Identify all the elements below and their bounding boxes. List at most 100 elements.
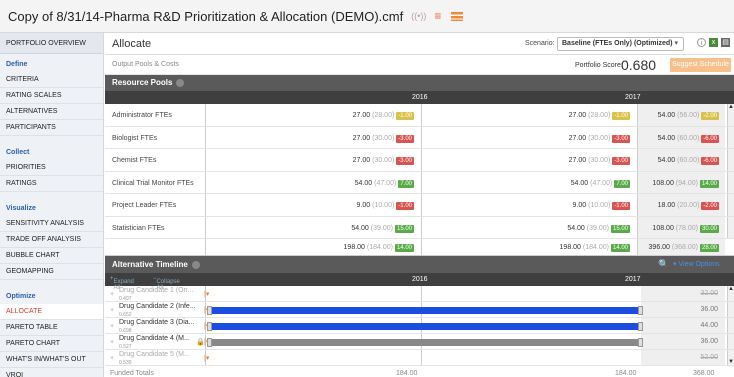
info-icon[interactable] bbox=[191, 260, 200, 269]
pool-name: Biologist FTEs bbox=[112, 134, 158, 142]
pool-delta-badge: 14.00 bbox=[699, 179, 719, 188]
sidebar-item-participants[interactable]: PARTICIPANTS bbox=[0, 120, 103, 136]
funded-totals-label: Funded Totals bbox=[110, 370, 154, 377]
scenario-select[interactable]: Baseline (FTEs Only) (Optimized) ▾ bbox=[557, 37, 684, 51]
sidebar-item-pareto-chart[interactable]: PARETO CHART bbox=[0, 336, 103, 352]
pool-capacity: (47.00) bbox=[374, 179, 397, 187]
sidebar-item-trade-off-analysis[interactable]: TRADE OFF ANALYSIS bbox=[0, 232, 103, 248]
pool-delta-badge: -2.00 bbox=[701, 202, 719, 210]
schedule-bar[interactable] bbox=[207, 322, 643, 331]
pool-value-y2016: 27.00 (30.00) -3.00 bbox=[353, 157, 414, 165]
expand-row-icon[interactable]: + bbox=[110, 323, 114, 330]
expand-row-icon[interactable]: + bbox=[110, 355, 114, 362]
bar-start-handle[interactable] bbox=[207, 306, 212, 315]
scenario-value: Baseline (FTEs Only) (Optimized) bbox=[562, 40, 673, 47]
expand-row-icon[interactable]: + bbox=[110, 291, 114, 298]
pool-capacity: (78.00) bbox=[675, 224, 698, 232]
pool-value-tot: 54.00 (60.00) -6.00 bbox=[658, 134, 719, 143]
pool-amount: 9.00 bbox=[356, 202, 371, 209]
alternative-cost: 32.00 bbox=[700, 290, 718, 297]
pool-value-y2016: 27.00 (28.00) -1.00 bbox=[353, 112, 414, 120]
total-capacity: (368.00) bbox=[671, 244, 698, 251]
row-menu-icon[interactable]: |▾ bbox=[204, 290, 209, 298]
total-delta-badge: 28.00 bbox=[699, 244, 719, 252]
sidebar-heading: Collect bbox=[6, 149, 30, 156]
pool-value-y2017: 9.00 (10.00) -1.00 bbox=[573, 202, 630, 210]
timeline-row[interactable]: + Drug Candidate 5 (M... 0.539 |▾ 52.00 bbox=[105, 350, 734, 366]
layers-icon[interactable] bbox=[451, 11, 464, 21]
sidebar-item-portfolio-overview[interactable]: PORTFOLIO OVERVIEW bbox=[0, 33, 103, 54]
schedule-bar[interactable] bbox=[207, 306, 643, 315]
row-menu-icon[interactable]: |▾ bbox=[204, 354, 209, 362]
pool-delta-badge: 15.00 bbox=[610, 224, 630, 233]
funded-totals-row: Funded Totals 184.00 184.00 368.00 bbox=[105, 366, 734, 377]
sidebar-item-vroi[interactable]: VROI bbox=[0, 368, 103, 377]
excel-export-icon[interactable]: x bbox=[709, 38, 718, 47]
sidebar-item-geomapping[interactable]: GEOMAPPING bbox=[0, 264, 103, 280]
alternative-cost: 52.00 bbox=[700, 354, 718, 361]
lock-icon[interactable]: 🔒 bbox=[196, 338, 205, 346]
pool-amount: 108.00 bbox=[652, 224, 674, 232]
bar-end-handle[interactable] bbox=[638, 322, 643, 331]
sidebar-item-sensitivity-analysis[interactable]: SENSITIVITY ANALYSIS bbox=[0, 216, 103, 232]
bar-end-handle[interactable] bbox=[638, 306, 643, 315]
alternative-name: Drug Candidate 3 (Dia... bbox=[119, 319, 195, 326]
table-row: Project Leader FTEs 9.00 (10.00) -1.00 9.00… bbox=[105, 194, 734, 217]
timeline-year-2017: 2017 bbox=[625, 276, 641, 283]
pool-amount: 54.00 bbox=[567, 224, 585, 232]
print-icon[interactable]: ▤ bbox=[721, 38, 730, 47]
expand-row-icon[interactable]: + bbox=[110, 339, 114, 346]
year-2017-label: 2017 bbox=[625, 94, 641, 101]
search-icon[interactable]: 🔍 bbox=[658, 256, 669, 273]
timeline-row[interactable]: + Drug Candidate 1 (On... 0.497 |▾ 32.00 bbox=[105, 286, 734, 302]
sidebar-item-allocate[interactable]: ALLOCATE bbox=[0, 304, 103, 320]
pool-amount: 27.00 bbox=[568, 134, 587, 142]
total-capacity: (184.00) bbox=[582, 244, 609, 251]
table-row: Administrator FTEs 27.00 (28.00) -1.00 27.0… bbox=[105, 104, 734, 127]
pool-name: Statistician FTEs bbox=[112, 224, 165, 232]
broadcast-icon[interactable]: ((•)) bbox=[411, 11, 426, 21]
sidebar-item-pareto-table[interactable]: PARETO TABLE bbox=[0, 320, 103, 336]
output-pools-link[interactable]: Output Pools & Costs bbox=[112, 61, 179, 68]
pool-value-y2016: 54.00 (47.00) 7.00 bbox=[355, 179, 414, 188]
alternative-name: Drug Candidate 2 (Infe... bbox=[119, 303, 196, 310]
sidebar-item-alternatives[interactable]: ALTERNATIVES bbox=[0, 104, 103, 120]
collapse-all-button[interactable]: − Collapse All bbox=[153, 276, 180, 291]
sidebar: PORTFOLIO OVERVIEW Define CRITERIA RATING S… bbox=[0, 33, 104, 377]
pool-delta-badge: -1.00 bbox=[612, 202, 630, 210]
info-icon[interactable]: i bbox=[697, 38, 706, 47]
chevron-down-icon: ▾ bbox=[674, 40, 678, 47]
pool-capacity: (39.00) bbox=[586, 224, 609, 232]
timeline-row[interactable]: +Drug Candidate 4 (M...0.527|▾🔒36.00 bbox=[105, 334, 734, 350]
page-header: Allocate Scenario: Baseline (FTEs Only) … bbox=[105, 33, 734, 55]
bar-start-handle[interactable] bbox=[207, 322, 212, 331]
year-2016-label: 2016 bbox=[412, 94, 428, 101]
total-amount: 198.00 bbox=[343, 244, 365, 251]
pool-delta-badge: -3.00 bbox=[396, 134, 414, 143]
alternative-name: Drug Candidate 5 (M... bbox=[119, 351, 190, 358]
bar-end-handle[interactable] bbox=[638, 338, 643, 347]
timeline-row[interactable]: +Drug Candidate 3 (Dia...0.698|▾44.00 bbox=[105, 318, 734, 334]
sidebar-item-ratings[interactable]: RATINGS bbox=[0, 176, 103, 192]
pool-delta-badge: -1.00 bbox=[396, 112, 414, 120]
sidebar-item-priorities[interactable]: PRIORITIES bbox=[0, 160, 103, 176]
sidebar-item-what-s-in-what-s-out[interactable]: WHAT'S IN/WHAT'S OUT bbox=[0, 352, 103, 368]
suggest-schedule-button[interactable]: Suggest Schedule bbox=[670, 58, 731, 72]
page-title: Allocate bbox=[112, 37, 152, 50]
pool-value-y2017: 27.00 (30.00) -3.00 bbox=[568, 134, 630, 143]
pool-amount: 27.00 bbox=[352, 112, 371, 119]
sidebar-heading: Define bbox=[6, 61, 28, 68]
pool-delta-badge: 7.00 bbox=[398, 179, 414, 188]
sidebar-item-criteria[interactable]: CRITERIA bbox=[0, 72, 103, 88]
pool-capacity: (10.00) bbox=[372, 202, 395, 209]
schedule-bar[interactable] bbox=[207, 338, 643, 347]
timeline-row[interactable]: +Drug Candidate 2 (Infe...0.652|▾36.00 bbox=[105, 302, 734, 318]
info-icon[interactable] bbox=[176, 78, 185, 87]
sidebar-item-bubble-chart[interactable]: BUBBLE CHART bbox=[0, 248, 103, 264]
expand-all-button[interactable]: + Expand All bbox=[110, 276, 134, 291]
bar-start-handle[interactable] bbox=[207, 338, 212, 347]
stack-icon[interactable]: ≡ bbox=[434, 9, 441, 23]
view-options-button[interactable]: ▾ View Options bbox=[673, 256, 720, 273]
sidebar-item-rating-scales[interactable]: RATING SCALES bbox=[0, 88, 103, 104]
expand-row-icon[interactable]: + bbox=[110, 307, 114, 314]
